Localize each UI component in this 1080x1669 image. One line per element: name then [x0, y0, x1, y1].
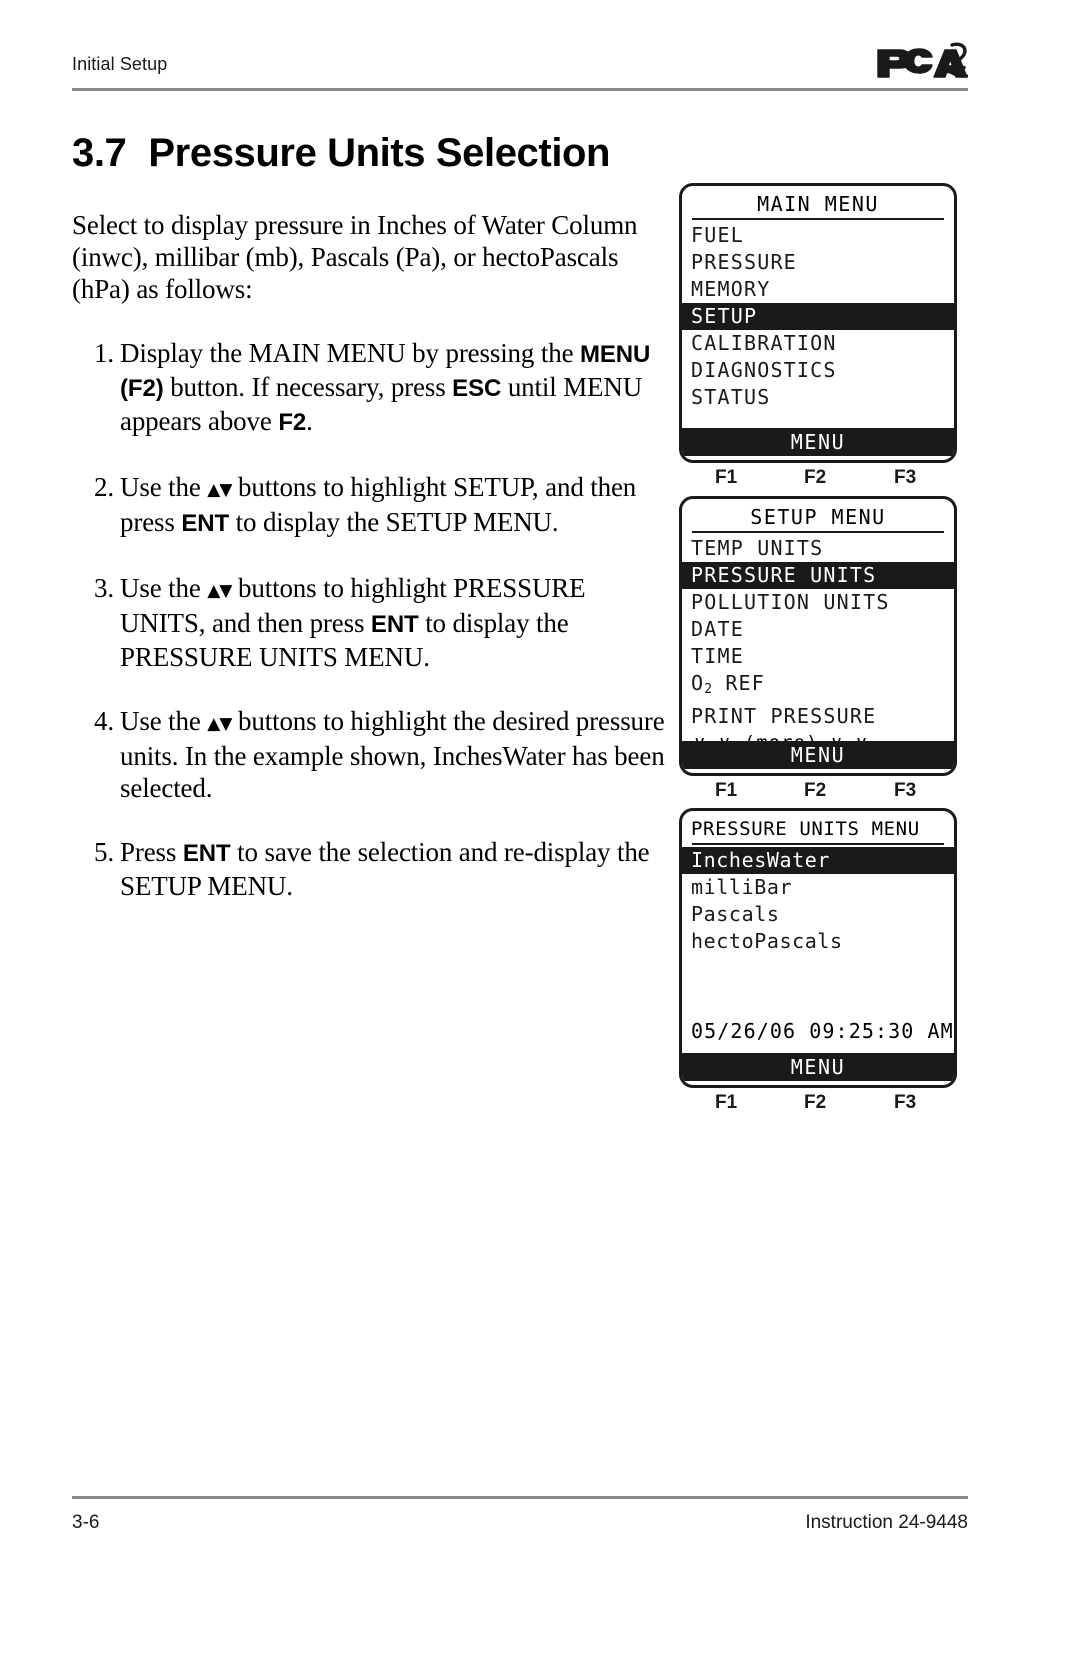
lcd-menu-item[interactable]: TEMP UNITS: [682, 535, 954, 562]
lcd-title: SETUP MENU: [750, 505, 886, 529]
lcd-figure-pressure-units-menu: PRESSURE UNITS MENU InchesWater milliBar Pa…: [679, 808, 957, 1120]
footer-instruction: Instruction 24-9448: [805, 1512, 968, 1533]
step-marker: 3.: [94, 573, 114, 603]
lcd-title: MAIN MENU: [757, 192, 879, 216]
step-text: Press: [120, 837, 183, 867]
lcd-menu-item[interactable]: hectoPascals: [682, 928, 954, 955]
lcd-menu-list: FUEL PRESSURE MEMORY SETUP CALIBRATION DIAGNO…: [682, 220, 954, 411]
lcd-menu-item[interactable]: CALIBRATION: [682, 330, 954, 357]
pca2-logo: [872, 42, 969, 88]
lcd-figure-main-menu: MAIN MENU FUEL PRESSURE MEMORY SETUP CALIBRAT…: [679, 183, 957, 495]
lcd-inner: MAIN MENU FUEL PRESSURE MEMORY SETUP CALIBRAT…: [682, 186, 954, 460]
step-emphasis: ENT: [370, 611, 419, 638]
step-marker: 5.: [94, 837, 114, 867]
lcd-menu-item[interactable]: TIME: [682, 643, 954, 670]
step-item: 2. Use the ▲▼ buttons to highlight SETUP,…: [72, 471, 672, 540]
function-key-f1[interactable]: F1: [715, 780, 737, 802]
step-text: Use the: [120, 472, 208, 502]
step-text: to display the SETUP MENU.: [229, 507, 559, 537]
step-emphasis: ENT: [181, 510, 230, 537]
lcd-timestamp: 05/26/06 09:25:30 AM: [691, 1019, 954, 1043]
section-number: 3.7: [72, 130, 127, 175]
function-key-f1[interactable]: F1: [715, 467, 737, 489]
steps-list: 1. Display the MAIN MENU by pressing the …: [72, 337, 672, 902]
function-key-f3[interactable]: F3: [894, 1092, 916, 1114]
lcd-menu-item[interactable]: MEMORY: [682, 276, 954, 303]
step-text: Display the MAIN MENU by pressing the: [120, 338, 580, 368]
step-marker: 1.: [94, 338, 114, 368]
function-key-row: F1 F2 F3: [679, 1092, 957, 1120]
step-marker: 4.: [94, 706, 114, 736]
step-item: 4. Use the ▲▼ buttons to highlight the de…: [72, 705, 672, 804]
lcd-menu-item-label: O: [691, 671, 705, 695]
step-item: 5. Press ENT to save the selection and re…: [72, 836, 672, 902]
lcd-menu-item-selected[interactable]: SETUP: [682, 303, 954, 330]
lcd-menu-item-selected[interactable]: InchesWater: [682, 847, 954, 874]
step-marker: 2.: [94, 472, 114, 502]
up-down-arrows-icon: ▲▼: [207, 581, 232, 601]
function-key-f1[interactable]: F1: [715, 1092, 737, 1114]
lcd-menu-item-label-suffix: REF: [712, 671, 766, 695]
function-key-f3[interactable]: F3: [894, 780, 916, 802]
function-key-row: F1 F2 F3: [679, 467, 957, 495]
lcd-menu-item[interactable]: milliBar: [682, 874, 954, 901]
lcd-menu-item[interactable]: PRESSURE: [682, 249, 954, 276]
step-text: button. If necessary, press: [163, 372, 453, 402]
document-page: Initial Setup 3.7 Pressure Units Selectio…: [0, 0, 1080, 1669]
lcd-screen-setup-menu: SETUP MENU TEMP UNITS PRESSURE UNITS POLLUT…: [679, 496, 957, 776]
step-text: Use the: [120, 573, 208, 603]
step-item: 3. Use the ▲▼ buttons to highlight PRESSU…: [72, 572, 672, 673]
lcd-menu-item[interactable]: STATUS: [682, 384, 954, 411]
lcd-inner: PRESSURE UNITS MENU InchesWater milliBar Pa…: [682, 811, 954, 1085]
footer-page-number: 3-6: [72, 1512, 100, 1533]
up-down-arrows-icon: ▲▼: [207, 714, 232, 734]
function-key-f2[interactable]: F2: [804, 467, 826, 489]
section-title-text: Pressure Units Selection: [148, 130, 611, 175]
lcd-menu-item[interactable]: Pascals: [682, 901, 954, 928]
page-title: 3.7 Pressure Units Selection: [72, 130, 611, 176]
footer-divider: [72, 1496, 968, 1499]
function-key-f2[interactable]: F2: [804, 780, 826, 802]
lcd-screen-main-menu: MAIN MENU FUEL PRESSURE MEMORY SETUP CALIBRAT…: [679, 183, 957, 463]
step-emphasis: F2: [278, 409, 307, 436]
function-key-f2[interactable]: F2: [804, 1092, 826, 1114]
lcd-menu-list: TEMP UNITS PRESSURE UNITS POLLUTION UNITS D…: [682, 533, 954, 730]
lcd-inner: SETUP MENU TEMP UNITS PRESSURE UNITS POLLUT…: [682, 499, 954, 773]
step-text: Use the: [120, 706, 208, 736]
step-text: .: [306, 406, 313, 436]
lcd-softkey-bar[interactable]: MENU: [682, 741, 954, 769]
function-key-row: F1 F2 F3: [679, 780, 957, 808]
lcd-softkey-bar[interactable]: MENU: [682, 428, 954, 456]
step-emphasis: ENT: [182, 840, 231, 867]
lcd-menu-item[interactable]: FUEL: [682, 222, 954, 249]
lcd-figure-setup-menu: SETUP MENU TEMP UNITS PRESSURE UNITS POLLUT…: [679, 496, 957, 808]
running-head: Initial Setup: [72, 54, 168, 74]
function-key-f3[interactable]: F3: [894, 467, 916, 489]
lcd-menu-item[interactable]: DATE: [682, 616, 954, 643]
lcd-menu-item[interactable]: DIAGNOSTICS: [682, 357, 954, 384]
lcd-menu-item[interactable]: O2 REF: [682, 670, 954, 703]
lcd-menu-item-subscript: 2: [704, 682, 713, 697]
lcd-title: PRESSURE UNITS MENU: [691, 818, 920, 840]
lcd-menu-item-selected[interactable]: PRESSURE UNITS: [682, 562, 954, 589]
header-divider: [72, 88, 968, 91]
up-down-arrows-icon: ▲▼: [207, 480, 232, 500]
lcd-menu-item[interactable]: POLLUTION UNITS: [682, 589, 954, 616]
intro-paragraph: Select to display pressure in Inches of …: [72, 209, 672, 305]
lcd-softkey-bar[interactable]: MENU: [682, 1053, 954, 1081]
step-item: 1. Display the MAIN MENU by pressing the …: [72, 337, 672, 439]
lcd-screen-pressure-units-menu: PRESSURE UNITS MENU InchesWater milliBar Pa…: [679, 808, 957, 1088]
step-emphasis: ESC: [452, 375, 502, 402]
lcd-menu-list: InchesWater milliBar Pascals hectoPascals: [682, 845, 954, 955]
intro-line-1: Select to display pressure in Inches of …: [72, 210, 545, 240]
body-column: Select to display pressure in Inches of …: [72, 182, 672, 902]
lcd-menu-item[interactable]: PRINT PRESSURE: [682, 703, 954, 730]
